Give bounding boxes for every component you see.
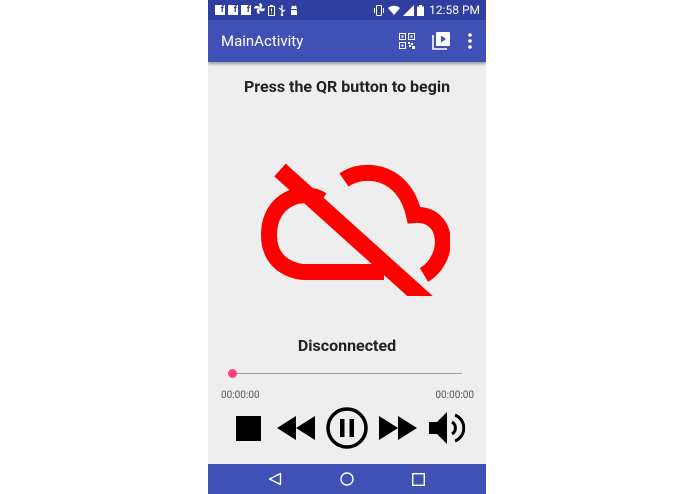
stop-button[interactable]: [234, 412, 262, 444]
phone-screen: f f f 12:58 PM MainActivity Press the QR…: [208, 0, 486, 494]
cloud-off-icon: [260, 163, 450, 296]
connection-status: Disconnected: [297, 336, 397, 355]
back-button[interactable]: [255, 464, 295, 494]
more-vert-icon: [468, 33, 472, 49]
play-video-button[interactable]: [428, 26, 454, 56]
vibrate-icon: [373, 1, 385, 20]
facebook-icon: f: [228, 5, 238, 15]
volume-icon: [429, 412, 465, 444]
seek-bar[interactable]: [232, 373, 462, 374]
wifi-icon: [388, 1, 401, 20]
fast-forward-icon: [379, 416, 417, 440]
pinwheel-icon: [254, 2, 265, 18]
facebook-icon: f: [215, 5, 225, 15]
facebook-icon: f: [241, 5, 251, 15]
pause-button[interactable]: [324, 406, 370, 450]
volume-button[interactable]: [426, 408, 466, 448]
battery-alert-icon: [268, 1, 275, 20]
app-bar-actions: [386, 26, 486, 56]
stop-icon: [235, 415, 261, 441]
system-icons: 12:58 PM: [373, 1, 486, 20]
clock: 12:58 PM: [429, 3, 480, 17]
recents-button[interactable]: [398, 464, 438, 494]
pause-icon: [326, 407, 368, 449]
navigation-bar: [208, 464, 486, 494]
usb-icon: [278, 1, 286, 20]
seek-thumb[interactable]: [227, 369, 237, 378]
notification-icons: f f f: [208, 1, 299, 20]
signal-icon: [403, 1, 415, 20]
qr-button[interactable]: [394, 26, 420, 56]
home-icon: [340, 472, 354, 486]
total-duration: 00:00:00: [435, 390, 474, 401]
android-debug-icon: [289, 1, 299, 20]
rewind-button[interactable]: [276, 412, 316, 444]
overflow-menu-button[interactable]: [462, 26, 478, 56]
status-bar: f f f 12:58 PM: [208, 0, 486, 20]
app-title: MainActivity: [221, 32, 304, 50]
instruction-headline: Press the QR button to begin: [243, 77, 451, 96]
elapsed-time: 00:00:00: [221, 390, 260, 401]
app-bar: MainActivity: [208, 20, 486, 62]
home-button[interactable]: [327, 464, 367, 494]
rewind-icon: [277, 416, 315, 440]
recents-icon: [411, 472, 425, 486]
fast-forward-button[interactable]: [378, 412, 418, 444]
battery-icon: [417, 1, 425, 20]
playback-controls: [208, 406, 486, 450]
back-icon: [268, 472, 282, 486]
qr-code-icon: [399, 33, 415, 49]
play-icon: [432, 32, 450, 50]
